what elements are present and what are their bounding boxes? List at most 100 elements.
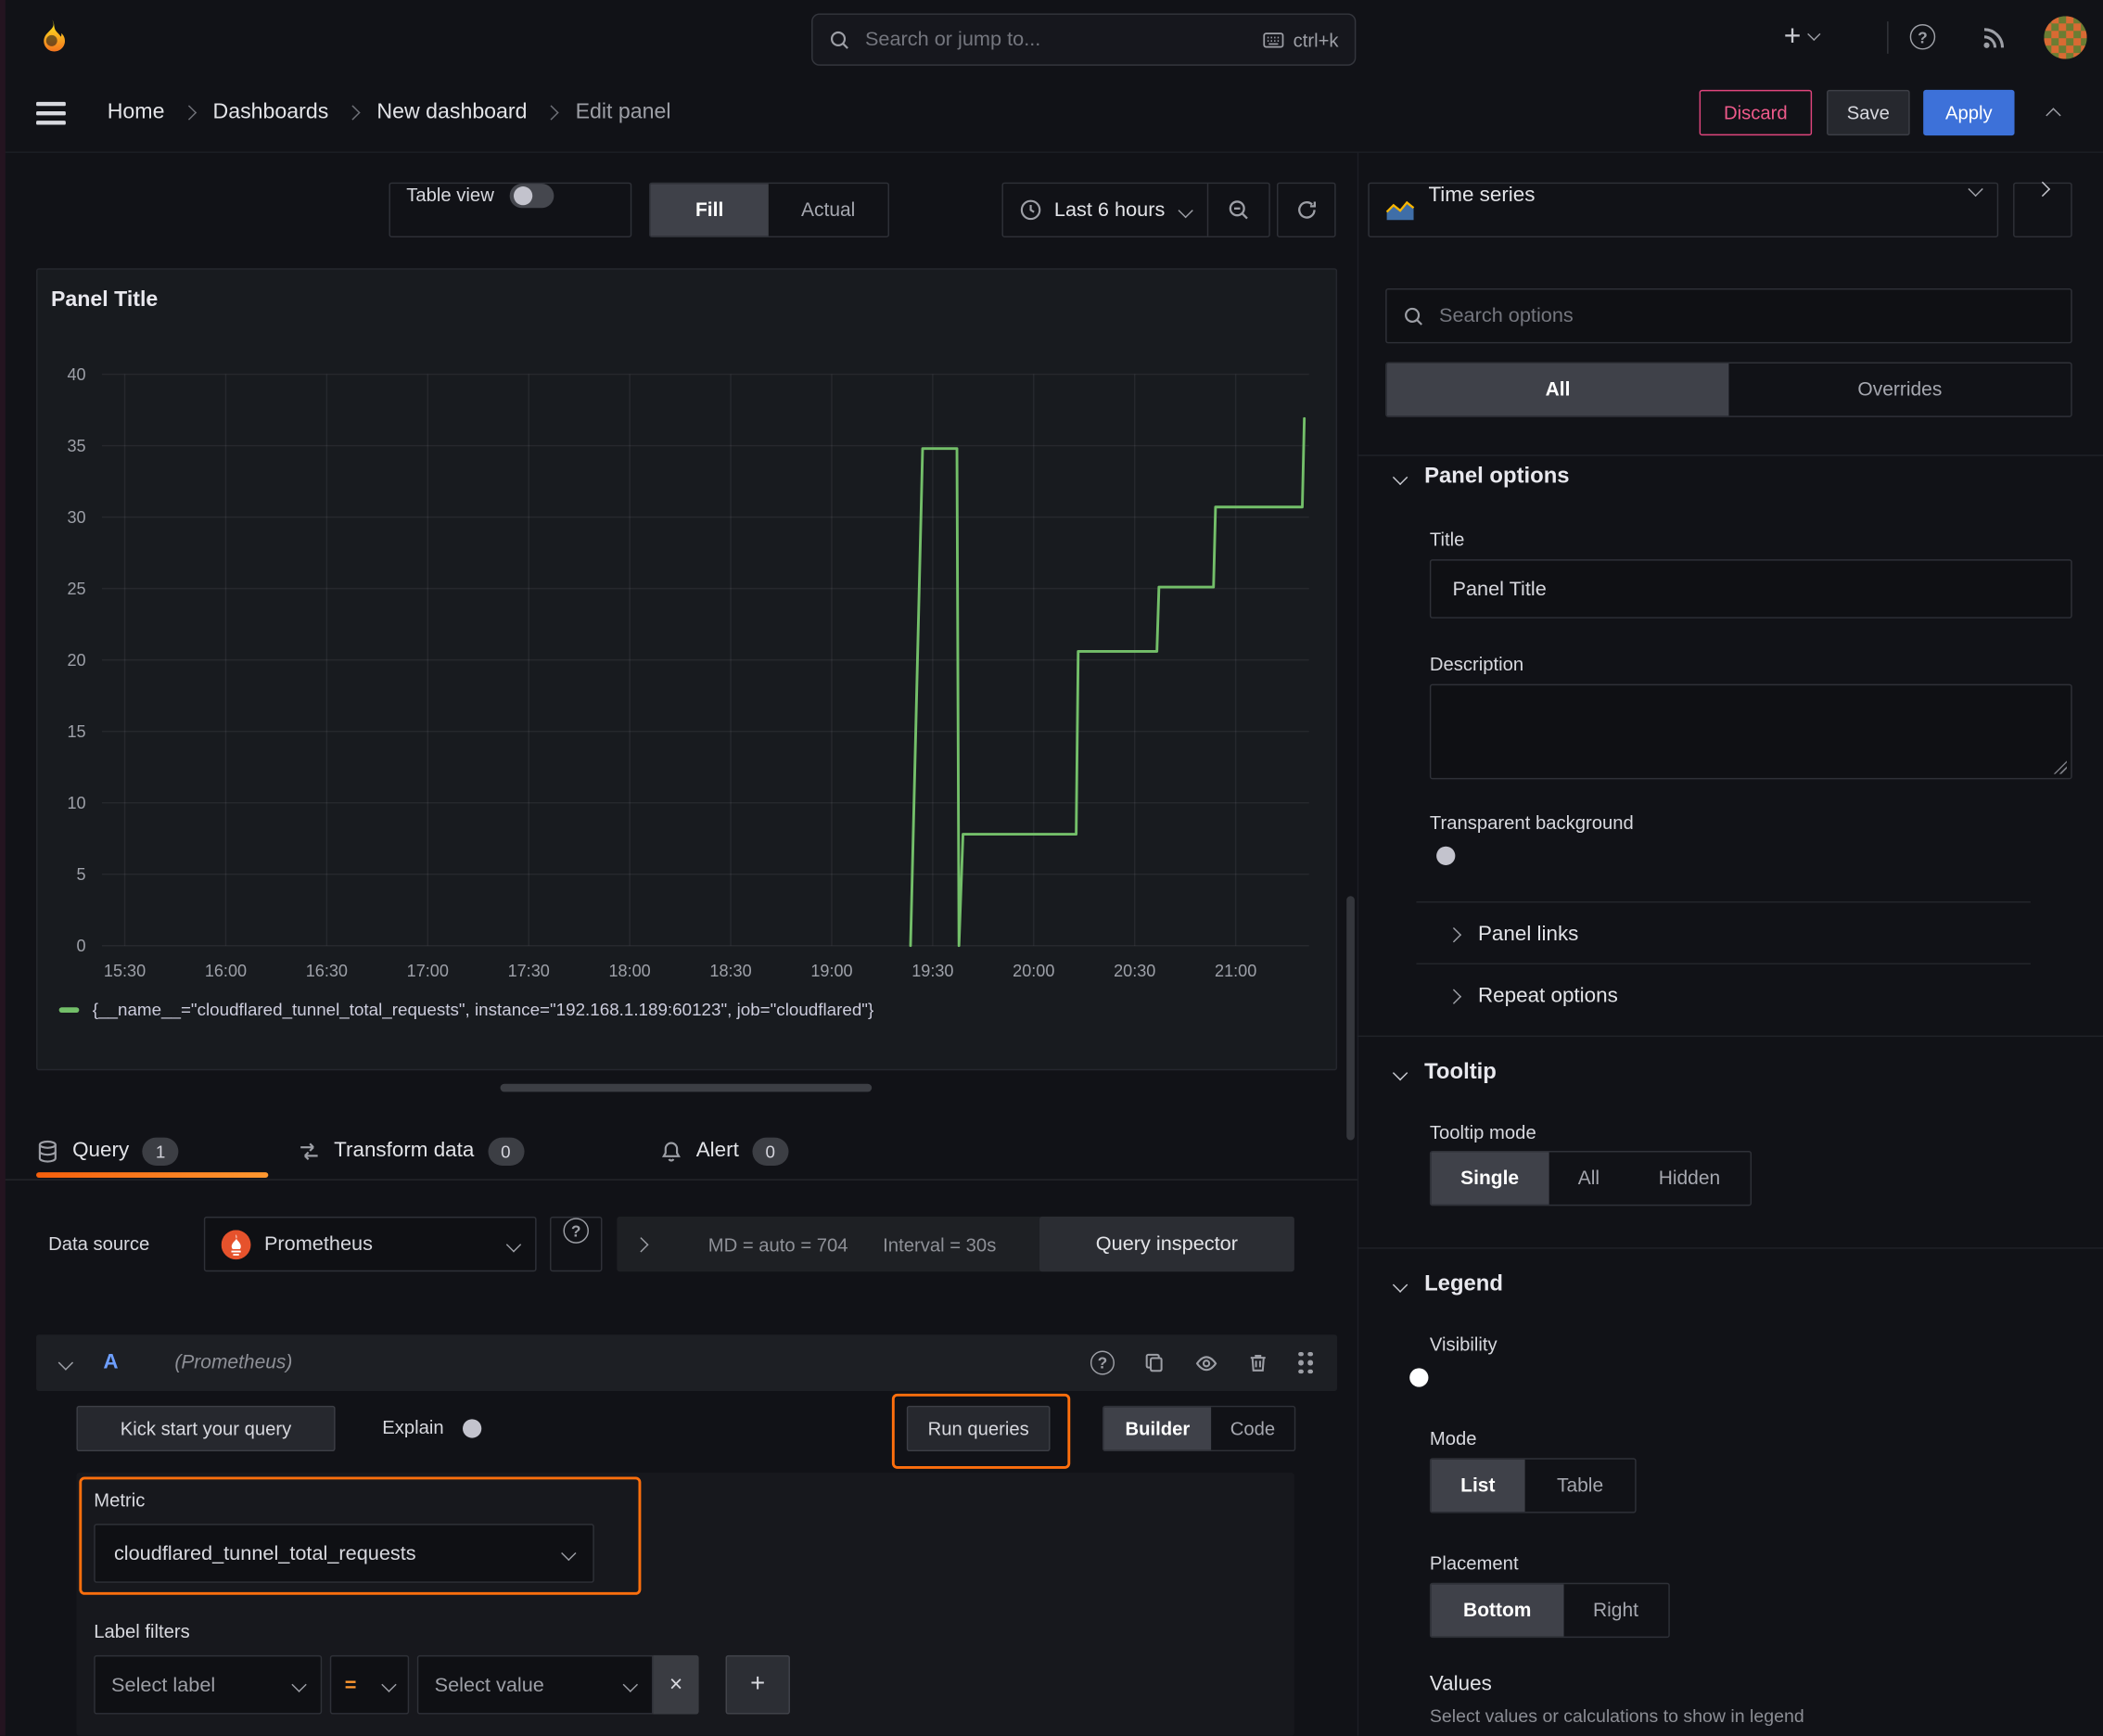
- svg-text:20: 20: [67, 651, 85, 670]
- select-value-dropdown[interactable]: Select value: [416, 1654, 654, 1715]
- delete-query-icon[interactable]: [1247, 1352, 1268, 1373]
- breadcrumb-home[interactable]: Home: [108, 100, 165, 124]
- select-label-dropdown[interactable]: Select label: [94, 1654, 323, 1715]
- vertical-scrollbar[interactable]: [1346, 896, 1355, 1141]
- run-queries-button[interactable]: Run queries: [906, 1405, 1051, 1452]
- time-controls: Last 6 hours: [1001, 182, 1270, 238]
- tab-alert[interactable]: Alert 0: [660, 1124, 789, 1178]
- query-help-icon[interactable]: ?: [1090, 1350, 1115, 1375]
- tooltip-header[interactable]: Tooltip: [1392, 1060, 1497, 1085]
- options-search-input[interactable]: [1436, 302, 2055, 329]
- news-rss-icon[interactable]: [1981, 24, 2007, 51]
- options-tabs: All Overrides: [1385, 362, 2072, 417]
- table-view-toggle[interactable]: [510, 184, 554, 209]
- collapse-sidebar-button[interactable]: [2013, 181, 2072, 238]
- description-label: Description: [1429, 653, 1524, 675]
- tab-query[interactable]: Query 1: [36, 1124, 179, 1178]
- query-count-badge: 1: [142, 1136, 179, 1166]
- zoom-out-icon: [1227, 198, 1250, 222]
- grafana-logo[interactable]: [32, 18, 72, 65]
- actual-option[interactable]: Actual: [769, 184, 888, 236]
- chevron-down-icon: [1177, 202, 1193, 218]
- kickstart-query-button[interactable]: Kick start your query: [76, 1405, 336, 1452]
- options-search[interactable]: [1385, 287, 2072, 344]
- time-series-chart[interactable]: 0 5 10 15 20 25 30 35 40 15:30 16:00 16:30 17:00 17:3…: [38, 270, 1339, 1021]
- svg-text:16:00: 16:00: [205, 962, 247, 980]
- svg-text:25: 25: [67, 580, 85, 598]
- expand-options-icon[interactable]: [633, 1236, 649, 1252]
- tab-all[interactable]: All: [1386, 363, 1729, 416]
- duplicate-query-icon[interactable]: [1144, 1352, 1166, 1373]
- add-filter-button[interactable]: +: [725, 1654, 790, 1715]
- visualization-picker[interactable]: Time series: [1368, 181, 1999, 238]
- legend-table-option[interactable]: Table: [1524, 1460, 1636, 1512]
- tab-overrides[interactable]: Overrides: [1728, 364, 2071, 415]
- top-nav: ctrl+k + ?: [0, 0, 2103, 77]
- breadcrumb: Home Dashboards New dashboard Edit panel: [108, 75, 671, 150]
- tooltip-hidden-option[interactable]: Hidden: [1629, 1152, 1750, 1204]
- fill-option[interactable]: Fill: [650, 184, 769, 236]
- query-row-header[interactable]: A (Prometheus) ?: [36, 1334, 1338, 1391]
- collapse-header-icon[interactable]: [2046, 108, 2061, 123]
- svg-text:17:30: 17:30: [508, 962, 550, 980]
- transparent-background-label: Transparent background: [1429, 811, 1634, 834]
- breadcrumb-dashboards[interactable]: Dashboards: [213, 100, 329, 124]
- resize-handle-icon[interactable]: [2053, 760, 2067, 774]
- code-option[interactable]: Code: [1211, 1407, 1294, 1449]
- help-icon[interactable]: ?: [1909, 24, 1936, 50]
- tooltip-single-option[interactable]: Single: [1431, 1152, 1549, 1205]
- drag-handle-icon[interactable]: [1298, 1351, 1313, 1374]
- datasource-help-button[interactable]: ?: [550, 1216, 603, 1272]
- panel-options-header[interactable]: Panel options: [1392, 464, 1570, 489]
- save-button[interactable]: Save: [1827, 89, 1910, 136]
- description-textarea[interactable]: [1429, 683, 2072, 780]
- menu-toggle-icon[interactable]: [36, 96, 66, 130]
- apply-button[interactable]: Apply: [1923, 89, 2015, 136]
- repeat-options-section[interactable]: Repeat options: [1446, 985, 1618, 1009]
- chevron-down-icon: [622, 1677, 639, 1692]
- time-range-picker[interactable]: Last 6 hours: [1003, 184, 1206, 236]
- chevron-down-icon: [1392, 1276, 1408, 1293]
- collapse-query-icon[interactable]: [57, 1355, 74, 1371]
- zoom-out-button[interactable]: [1208, 184, 1268, 236]
- pane-resize-handle[interactable]: [500, 1083, 873, 1092]
- builder-option[interactable]: Builder: [1103, 1407, 1212, 1450]
- toggle-visibility-icon[interactable]: [1195, 1351, 1218, 1374]
- close-icon: ×: [669, 1671, 683, 1697]
- refresh-button[interactable]: [1277, 182, 1336, 238]
- legend-mode-label: Mode: [1429, 1427, 1477, 1449]
- placement-right-option[interactable]: Right: [1563, 1584, 1668, 1636]
- remove-filter-button[interactable]: ×: [653, 1654, 699, 1715]
- svg-text:18:00: 18:00: [609, 962, 651, 980]
- legend-series-label[interactable]: {__name__="cloudflared_tunnel_total_requ…: [93, 1000, 873, 1020]
- global-search-input[interactable]: [862, 26, 1251, 53]
- global-search[interactable]: ctrl+k: [811, 13, 1357, 66]
- panel-links-section[interactable]: Panel links: [1446, 923, 1578, 947]
- metric-select[interactable]: cloudflared_tunnel_total_requests: [94, 1524, 594, 1583]
- svg-text:15:30: 15:30: [104, 962, 146, 980]
- transform-icon: [298, 1140, 321, 1163]
- keyboard-icon: [1262, 29, 1285, 50]
- placement-bottom-option[interactable]: Bottom: [1431, 1584, 1564, 1637]
- operator-dropdown[interactable]: =: [329, 1654, 410, 1715]
- breadcrumb-separator: [181, 105, 197, 121]
- user-avatar[interactable]: [2044, 16, 2087, 59]
- panel-title-field[interactable]: [1429, 559, 2072, 619]
- svg-text:16:30: 16:30: [306, 962, 348, 980]
- panel-title-input[interactable]: [1449, 576, 2053, 602]
- refresh-icon: [1295, 184, 1319, 236]
- table-view-toggle-group: Table view: [389, 182, 632, 238]
- tab-transform-data[interactable]: Transform data 0: [298, 1124, 524, 1178]
- breadcrumb-new-dashboard[interactable]: New dashboard: [376, 100, 527, 124]
- discard-button[interactable]: Discard: [1699, 89, 1813, 136]
- grafana-window: ctrl+k + ? Home Dashboards New dashboard…: [0, 0, 2103, 1736]
- chart-panel: Panel Title 0 5 10 15 20 25 30 35 40 15:30 16:00 16…: [36, 268, 1339, 1071]
- datasource-picker[interactable]: Prometheus: [203, 1216, 537, 1272]
- legend-list-option[interactable]: List: [1431, 1459, 1525, 1513]
- tooltip-all-option[interactable]: All: [1549, 1152, 1629, 1204]
- legend-header[interactable]: Legend: [1392, 1271, 1503, 1296]
- new-menu-button[interactable]: +: [1784, 16, 1821, 56]
- prometheus-icon: [221, 1229, 251, 1259]
- fill-actual-switch: Fill Actual: [649, 182, 889, 238]
- query-inspector-button[interactable]: Query inspector: [1039, 1216, 1294, 1272]
